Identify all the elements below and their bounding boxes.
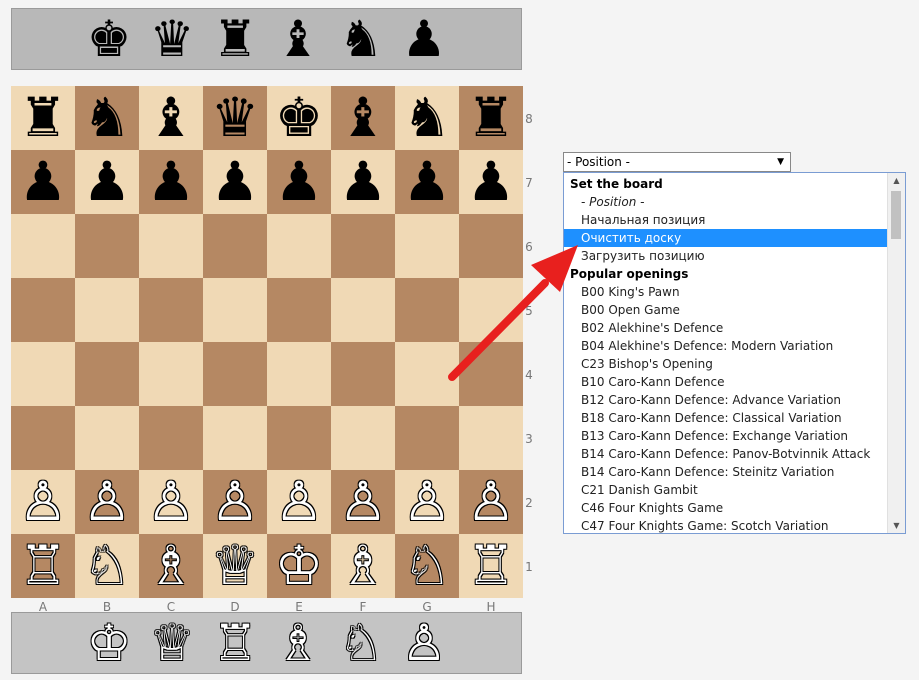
red-annotation-arrow: [448, 245, 578, 381]
